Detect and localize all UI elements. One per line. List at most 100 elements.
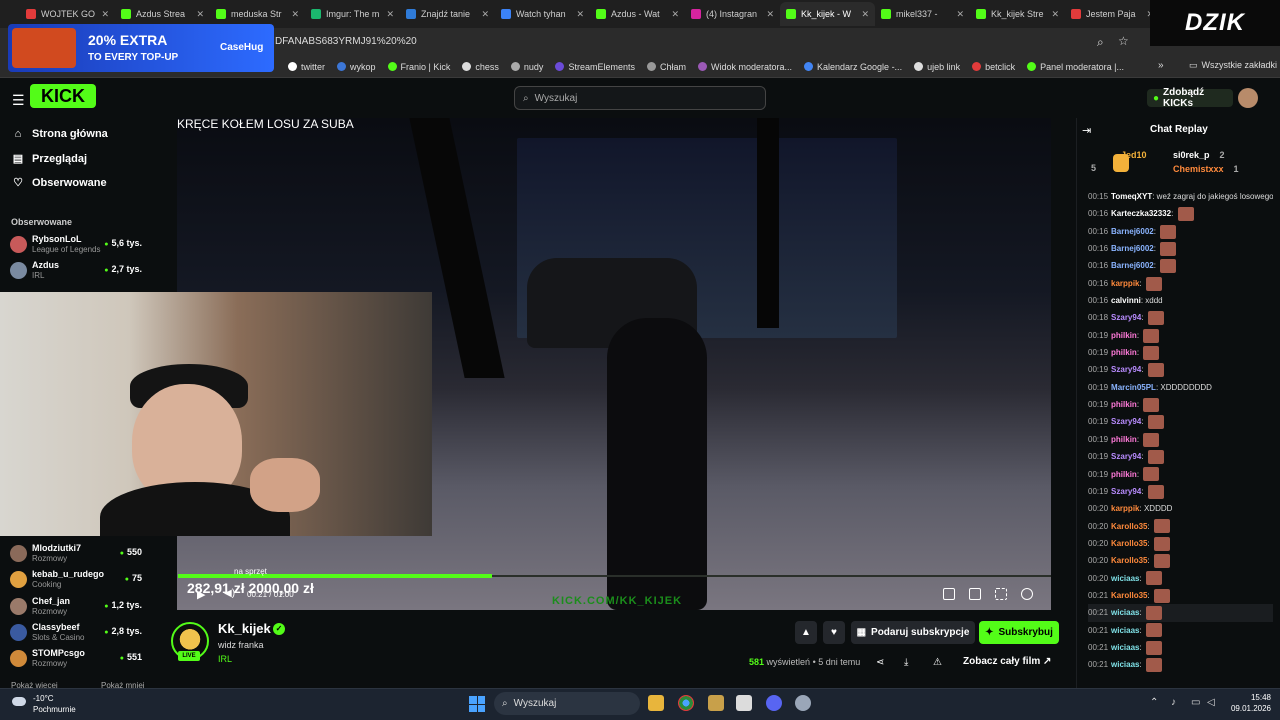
chat-message[interactable]: 00:16 Barnej6002: [1088, 223, 1273, 240]
chat-message[interactable]: 00:20 Karollo35: [1088, 518, 1273, 535]
chat-username[interactable]: Barnej6002 [1111, 261, 1154, 270]
chat-username[interactable]: calvinni [1111, 296, 1141, 305]
app-icon[interactable] [708, 695, 724, 711]
browser-tab[interactable]: Azdus Strea ✕ [115, 2, 210, 26]
browser-tab[interactable]: Kk_kijek - W ✕ [780, 2, 875, 26]
followed-channel[interactable]: Chef_janRozmowy 1,2 tys. [10, 594, 148, 620]
channel-name[interactable]: Kk_kijek [218, 621, 271, 636]
app2-icon[interactable] [736, 695, 752, 711]
browser-tab[interactable]: Azdus - Wat ✕ [590, 2, 685, 26]
chat-username[interactable]: Szary94 [1111, 365, 1141, 374]
chat-message[interactable]: 00:20 karppik: XDDDD [1088, 500, 1273, 517]
chat-message[interactable]: 00:19 philkin: [1088, 344, 1273, 361]
chat-message[interactable]: 00:20 Karollo35: [1088, 552, 1273, 569]
browser-tab[interactable]: mikel337 - ✕ [875, 2, 970, 26]
zoom-icon[interactable]: ⌕ [1097, 35, 1104, 50]
bookmark-item[interactable]: Franio | Kick [387, 62, 450, 72]
network-icon[interactable]: ▭ [1191, 697, 1200, 708]
chat-message[interactable]: 00:16 Karteczka32332: [1088, 205, 1273, 222]
tab-close-icon[interactable]: ✕ [956, 9, 964, 20]
bookmark-item[interactable]: Kalendarz Google -... [804, 62, 902, 72]
chat-username[interactable]: karppik [1111, 279, 1139, 288]
leaderboard-entry[interactable]: Chemistxxx 1 [1173, 164, 1239, 174]
stream-category[interactable]: IRL [218, 654, 232, 664]
chat-username[interactable]: Szary94 [1111, 487, 1141, 496]
followed-channel[interactable]: RybsonLoLLeague of Legends5,6 tys. [10, 232, 148, 258]
tray-chevron-icon[interactable]: ⌃ [1150, 697, 1158, 708]
browser-tab[interactable]: Imgur: The m ✕ [305, 2, 400, 26]
chat-message[interactable]: 00:21 wiciaas: [1088, 639, 1273, 656]
report-icon[interactable]: ⚠ [933, 657, 942, 668]
settings-app-icon[interactable] [795, 695, 811, 711]
weather-widget[interactable]: -10°C Pochmurnie [33, 693, 76, 715]
bookmark-item[interactable]: chess [462, 62, 499, 72]
chat-message[interactable]: 00:21 wiciaas: [1088, 656, 1273, 673]
bookmark-item[interactable]: twitter [288, 62, 325, 72]
chat-username[interactable]: Szary94 [1111, 452, 1141, 461]
chat-username[interactable]: Karollo35 [1111, 556, 1147, 565]
chat-message[interactable]: 00:16 Barnej6002: [1088, 257, 1273, 274]
user-avatar[interactable] [1238, 88, 1258, 108]
chat-username[interactable]: philkin [1111, 435, 1137, 444]
tab-close-icon[interactable]: ✕ [861, 9, 869, 20]
followed-channel[interactable]: kebab_u_rudegoCooking 75 [10, 567, 148, 593]
browser-tab[interactable]: Jestem Paja✕ [1065, 2, 1160, 26]
share-icon[interactable]: ⋖ [876, 657, 884, 668]
mic-icon[interactable]: ♪ [1171, 697, 1176, 708]
chat-username[interactable]: philkin [1111, 470, 1137, 479]
chat-username[interactable]: Karollo35 [1111, 591, 1147, 600]
browser-tab[interactable]: Watch tyhan ✕ [495, 2, 590, 26]
bookmark-star-icon[interactable]: ☆ [1118, 34, 1129, 48]
chat-message[interactable]: 00:16 calvinni: xddd [1088, 292, 1273, 309]
leaderboard-entry[interactable]: si0rek_p 2 [1173, 150, 1225, 160]
followed-channel[interactable]: ClassybeefSlots & Casino 2,8 tys. [10, 620, 148, 646]
chat-message[interactable]: 00:20 wiciaas: [1088, 570, 1273, 587]
bookmark-item[interactable]: StreamElements [555, 62, 635, 72]
tab-close-icon[interactable]: ✕ [386, 9, 394, 20]
menu-icon[interactable]: ☰ [12, 92, 25, 109]
browser-tab[interactable]: Kk_kijek Stre ✕ [970, 2, 1065, 26]
chat-message[interactable]: 00:20 Karollo35: [1088, 535, 1273, 552]
tab-close-icon[interactable]: ✕ [1051, 9, 1059, 20]
chat-username[interactable]: TomeqXYT [1111, 192, 1152, 201]
followed-channel[interactable]: Mlodziutki7Rozmowy 550 [10, 541, 148, 567]
chat-message[interactable]: 00:21 wiciaas: [1088, 622, 1273, 639]
fullscreen-icon[interactable] [995, 588, 1007, 600]
download-icon[interactable]: ⤓ [904, 657, 908, 668]
volume-icon[interactable]: ◀) [224, 588, 235, 599]
chat-message[interactable]: 00:19 Szary94: [1088, 483, 1273, 500]
settings-icon[interactable] [1021, 588, 1033, 600]
chat-username[interactable]: Karollo35 [1111, 539, 1147, 548]
ad-banner[interactable]: 20% EXTRA TO EVERY TOP-UP CaseHug [8, 24, 274, 72]
browser-tab[interactable]: meduska Str ✕ [210, 2, 305, 26]
pip-icon[interactable] [943, 588, 955, 600]
sidebar-nav-1[interactable]: ▤ Przeglądaj [12, 152, 87, 166]
chat-username[interactable]: philkin [1111, 400, 1137, 409]
sidebar-nav-2[interactable]: ♡ Obserwowane [12, 176, 107, 190]
followed-channel[interactable]: STOMPcsgoRozmowy 551 [10, 646, 148, 672]
browser-tab[interactable]: (4) Instagran ✕ [685, 2, 780, 26]
subscribe-button[interactable]: ✦ Subskrybuj [979, 621, 1059, 644]
chat-message[interactable]: 00:19 Szary94: [1088, 448, 1273, 465]
gift-sub-button[interactable]: ▦ Podaruj subskrypcje [851, 621, 975, 644]
sidebar-nav-0[interactable]: ⌂ Strona główna [12, 128, 108, 140]
chat-username[interactable]: philkin [1111, 331, 1137, 340]
chrome-icon[interactable] [678, 695, 694, 711]
followed-channel[interactable]: AzdusIRL 2,7 tys. [10, 258, 148, 284]
taskbar-search[interactable]: ⌕ Wyszukaj [494, 692, 640, 715]
chat-message[interactable]: 00:19 philkin: [1088, 431, 1273, 448]
bookmark-item[interactable]: ujeb link [914, 62, 960, 72]
chat-username[interactable]: wiciaas [1111, 608, 1139, 617]
browser-tab[interactable]: Znajdź tanie ✕ [400, 2, 495, 26]
browser-tab[interactable]: WOJTEK GO ✕ [20, 2, 115, 26]
chat-username[interactable]: Marcin05PL [1111, 383, 1156, 392]
file-explorer-icon[interactable] [648, 695, 664, 711]
chat-username[interactable]: Karollo35 [1111, 522, 1147, 531]
theater-icon[interactable] [969, 588, 981, 600]
watch-full-film-link[interactable]: Zobacz cały film ↗ [963, 656, 1051, 667]
search-input[interactable]: ⌕ Wyszukaj [514, 86, 766, 110]
get-kicks-button[interactable]: ● Zdobądź KICKs [1147, 87, 1233, 109]
chat-username[interactable]: wiciaas [1111, 660, 1139, 669]
bookmarks-overflow-icon[interactable]: » [1158, 60, 1164, 71]
tab-close-icon[interactable]: ✕ [481, 9, 489, 20]
